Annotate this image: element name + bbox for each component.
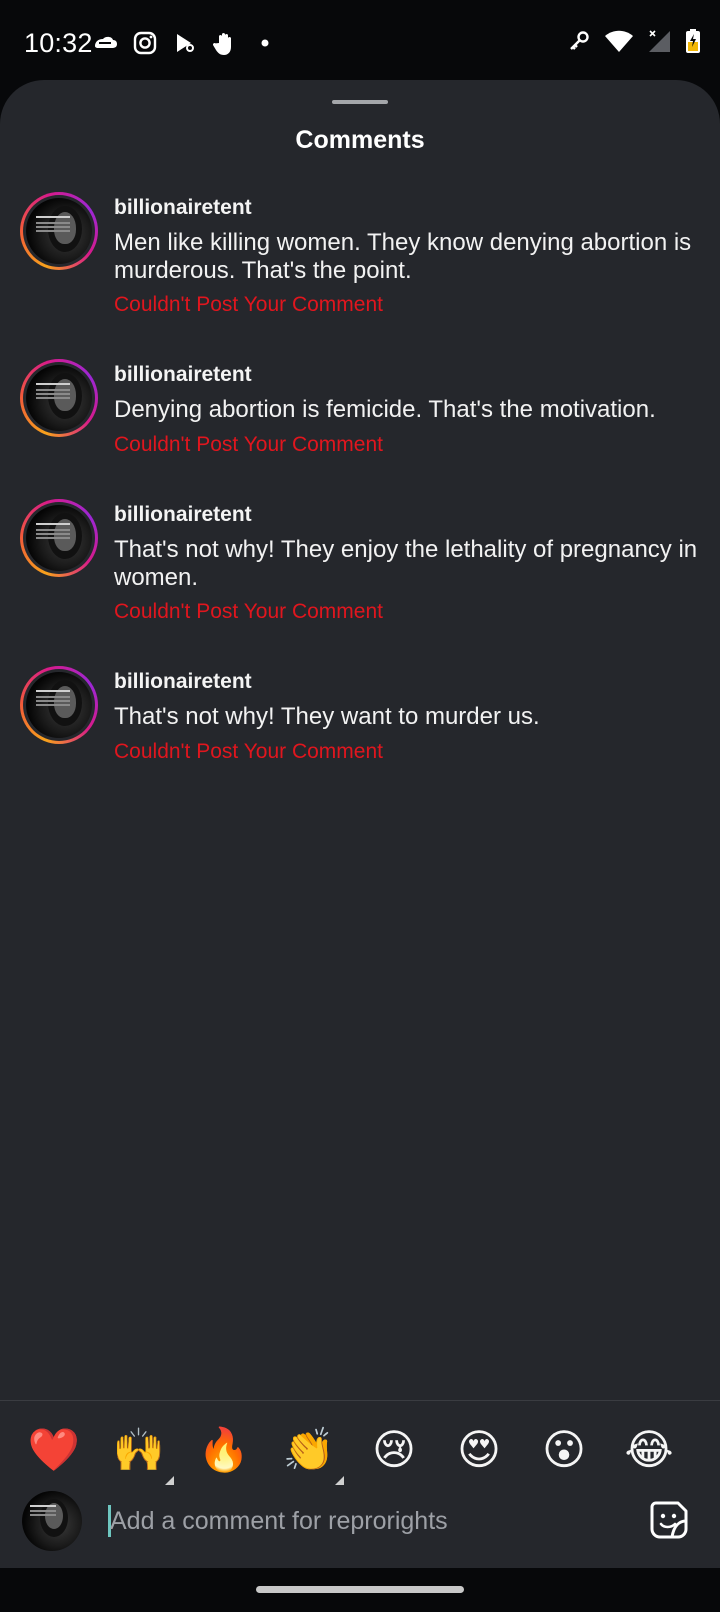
battery-charging-icon (686, 29, 700, 53)
avatar[interactable] (20, 359, 98, 437)
status-time: 10:32 (24, 28, 93, 58)
status-bar: 10:32 (0, 0, 720, 80)
status-left-icons (92, 30, 278, 56)
emoji-quick-reactions: ❤️ 🙌 🔥 👏 😢 😍 😮 😂 (0, 1413, 720, 1485)
emoji-clapping-button[interactable]: 👏 (282, 1423, 336, 1477)
sticker-icon[interactable] (648, 1499, 690, 1541)
play-games-icon (177, 34, 194, 52)
comment-text: That's not why! They want to murder us. (114, 703, 540, 730)
wifi-icon (605, 30, 633, 52)
comment-username[interactable]: billionairetent (114, 363, 252, 387)
comment-text: Denying abortion is femicide. That's the… (114, 396, 656, 423)
comment-username[interactable]: billionairetent (114, 670, 252, 694)
emoji-fire-button[interactable]: 🔥 (197, 1423, 251, 1477)
emoji-laughing-button[interactable]: 😂 (622, 1423, 676, 1477)
dot-icon (261, 39, 269, 47)
skin-tone-caret-icon (165, 1476, 174, 1485)
comment-username[interactable]: billionairetent (114, 503, 252, 527)
drag-handle[interactable] (332, 100, 388, 104)
skin-tone-caret-icon (335, 1476, 344, 1485)
sheet-title: Comments (295, 126, 425, 154)
comment-error-message[interactable]: Couldn't Post Your Comment (114, 740, 383, 764)
home-gesture-handle[interactable] (256, 1586, 464, 1593)
hand-icon (212, 32, 231, 55)
avatar[interactable] (20, 666, 98, 744)
vpn-key-icon (570, 31, 589, 50)
comment-error-message[interactable]: Couldn't Post Your Comment (114, 600, 383, 624)
emoji-heart-eyes-button[interactable]: 😍 (452, 1423, 506, 1477)
instagram-icon (133, 31, 157, 55)
comments-sheet: Comments billionairetent Men like killin… (0, 80, 720, 1568)
emoji-crying-button[interactable]: 😢 (367, 1423, 421, 1477)
avatar[interactable] (20, 192, 98, 270)
comment-username[interactable]: billionairetent (114, 196, 252, 220)
comment-error-message[interactable]: Couldn't Post Your Comment (114, 293, 383, 317)
comment-error-message[interactable]: Couldn't Post Your Comment (114, 433, 383, 457)
avatar[interactable] (20, 499, 98, 577)
emoji-heart-button[interactable]: ❤️ (27, 1423, 81, 1477)
emoji-surprised-button[interactable]: 😮 (537, 1423, 591, 1477)
comment-text: That's not why! They enjoy the lethality… (114, 536, 698, 591)
cloud-chat-icon (95, 36, 117, 48)
composer-avatar (22, 1491, 82, 1551)
comment-text: Men like killing women. They know denyin… (114, 229, 692, 284)
emoji-raising-hands-button[interactable]: 🙌 (112, 1423, 166, 1477)
comment-input[interactable] (110, 1499, 610, 1543)
status-right-icons (566, 28, 702, 54)
navigation-bar (0, 1568, 720, 1612)
cellular-no-signal-icon (649, 30, 670, 52)
comment-composer: ❤️ 🙌 🔥 👏 😢 😍 😮 😂 (0, 1400, 720, 1568)
